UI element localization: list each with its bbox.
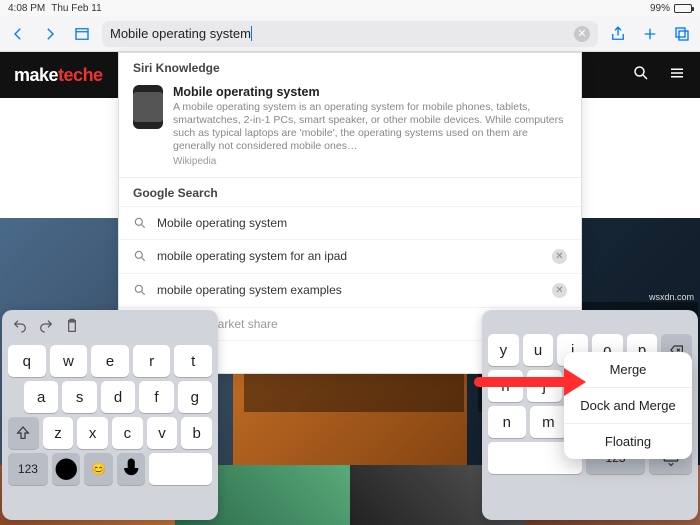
annotation-arrow — [474, 368, 586, 396]
google-search-header: Google Search — [119, 178, 581, 206]
paste-icon[interactable] — [64, 318, 80, 339]
popup-floating[interactable]: Floating — [564, 423, 692, 459]
share-button[interactable] — [606, 22, 630, 46]
suggestion-row[interactable]: mobile operating system examples ✕ — [119, 273, 581, 307]
key-space[interactable] — [149, 453, 212, 485]
site-menu-icon[interactable] — [668, 64, 686, 87]
key-v[interactable]: v — [147, 417, 178, 449]
key-n[interactable]: n — [488, 406, 526, 438]
key-s[interactable]: s — [62, 381, 96, 413]
key-mic[interactable] — [117, 453, 145, 485]
key-x[interactable]: x — [77, 417, 108, 449]
clear-url-button[interactable]: ✕ — [574, 26, 590, 42]
battery-pct: 99% — [650, 3, 670, 14]
tabs-button[interactable] — [670, 22, 694, 46]
key-c[interactable]: c — [112, 417, 143, 449]
back-button[interactable] — [6, 22, 30, 46]
url-text: Mobile operating system — [110, 26, 251, 41]
delete-suggestion-button[interactable]: ✕ — [552, 249, 567, 264]
key-z[interactable]: z — [43, 417, 74, 449]
delete-suggestion-button[interactable]: ✕ — [552, 283, 567, 298]
watermark: wsxdn.com — [649, 292, 694, 302]
key-r[interactable]: r — [133, 345, 171, 377]
siri-knowledge-header: Siri Knowledge — [119, 53, 581, 81]
key-u[interactable]: u — [523, 334, 554, 366]
search-icon — [133, 249, 147, 263]
key-m[interactable]: m — [530, 406, 568, 438]
site-search-icon[interactable] — [632, 64, 650, 87]
forward-button[interactable] — [38, 22, 62, 46]
suggestion-row[interactable]: Mobile operating system — [119, 206, 581, 239]
key-e[interactable]: e — [91, 345, 129, 377]
status-time: 4:08 PM — [8, 3, 45, 14]
siri-title: Mobile operating system — [173, 85, 567, 99]
siri-thumb-icon — [133, 85, 163, 129]
status-bar: 4:08 PM Thu Feb 11 99% — [0, 0, 700, 16]
site-logo: maketeche — [14, 65, 103, 86]
key-t[interactable]: t — [174, 345, 212, 377]
key-a[interactable]: a — [24, 381, 58, 413]
key-d[interactable]: d — [101, 381, 135, 413]
key-b[interactable]: b — [181, 417, 212, 449]
split-keyboard-left: q w e r t a s d f g z x c v b 123 😊 — [2, 310, 218, 520]
redo-icon[interactable] — [38, 318, 54, 339]
status-date: Thu Feb 11 — [51, 3, 101, 14]
url-field[interactable]: Mobile operating system ✕ — [102, 21, 598, 47]
search-icon — [133, 283, 147, 297]
key-y[interactable]: y — [488, 334, 519, 366]
siri-source: Wikipedia — [173, 156, 567, 167]
key-globe[interactable] — [52, 453, 80, 485]
browser-toolbar: Mobile operating system ✕ — [0, 16, 700, 52]
new-tab-button[interactable] — [638, 22, 662, 46]
key-shift[interactable] — [8, 417, 39, 449]
undo-icon[interactable] — [12, 318, 28, 339]
suggestion-row[interactable]: mobile operating system for an ipad ✕ — [119, 239, 581, 273]
key-q[interactable]: q — [8, 345, 46, 377]
key-numbers[interactable]: 123 — [8, 453, 48, 485]
search-icon — [133, 216, 147, 230]
key-g[interactable]: g — [178, 381, 212, 413]
battery-icon — [674, 4, 692, 13]
bookmarks-button[interactable] — [70, 22, 94, 46]
siri-suggestion[interactable]: Mobile operating system A mobile operati… — [119, 81, 581, 178]
key-f[interactable]: f — [139, 381, 173, 413]
key-emoji[interactable]: 😊 — [84, 453, 112, 485]
siri-desc: A mobile operating system is an operatin… — [173, 101, 567, 154]
key-w[interactable]: w — [50, 345, 88, 377]
